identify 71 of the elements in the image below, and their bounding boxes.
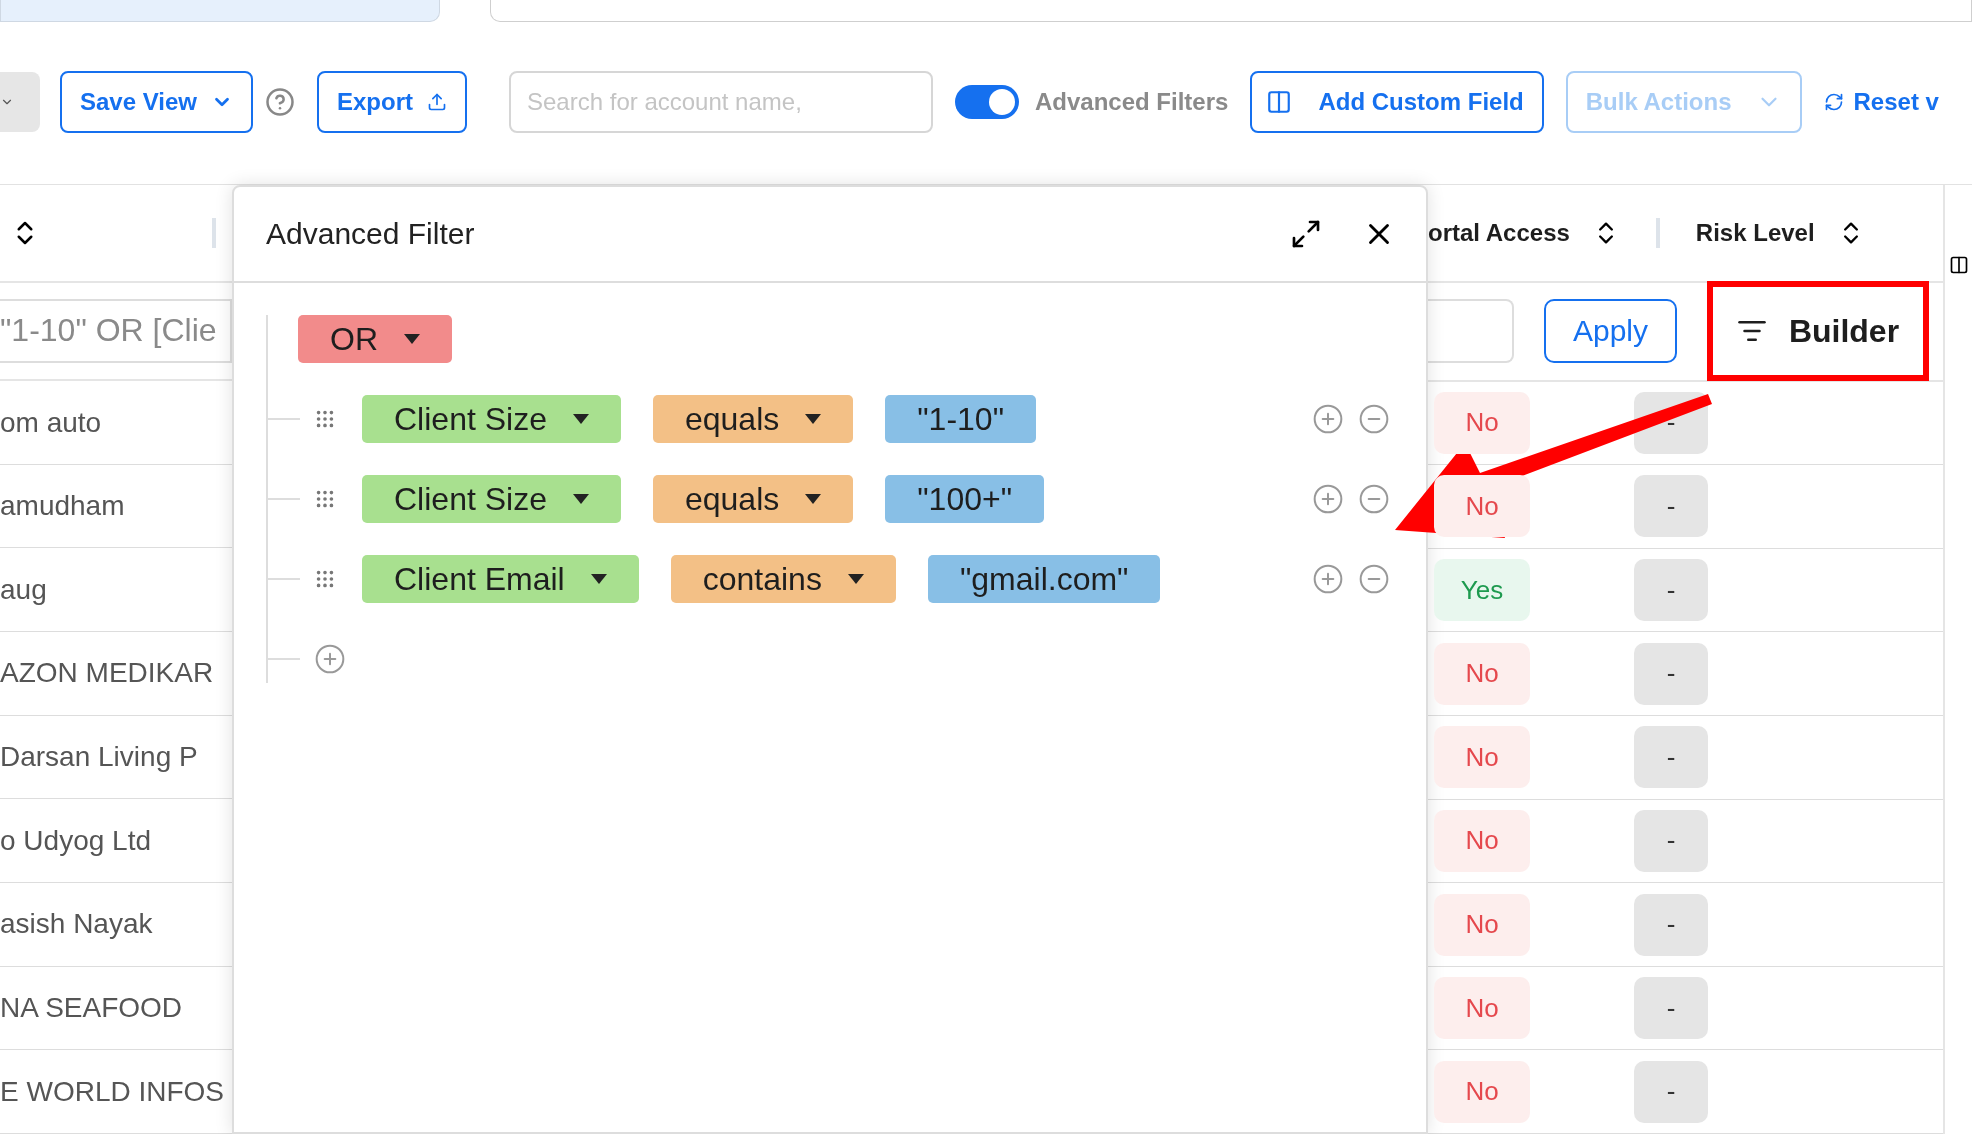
caret-icon	[805, 414, 822, 424]
table-cell: amudham	[0, 490, 125, 523]
upload-icon	[427, 92, 447, 112]
add-icon[interactable]	[1312, 403, 1344, 435]
status-badge: Yes	[1434, 559, 1530, 622]
remove-icon[interactable]	[1358, 483, 1390, 515]
builder-button[interactable]: Builder	[1707, 281, 1929, 382]
table-cell: AZON MEDIKAR	[0, 657, 214, 690]
status-badge: No	[1434, 726, 1530, 789]
value-chip[interactable]: "100+"	[885, 475, 1045, 523]
status-badge: No	[1434, 391, 1530, 454]
field-dropdown[interactable]: Client Email	[362, 555, 639, 603]
table-cell: Darsan Living P	[0, 741, 198, 774]
column-header[interactable]: Risk Level	[1695, 218, 1815, 247]
caret-icon	[404, 334, 420, 344]
risk-badge: -	[1634, 475, 1708, 538]
columns-icon	[1266, 89, 1293, 115]
status-badge: No	[1434, 475, 1530, 538]
field-dropdown[interactable]: Client Size	[362, 475, 621, 523]
dialog-title: Advanced Filter	[266, 217, 476, 251]
risk-badge: -	[1634, 893, 1708, 956]
drag-handle-icon[interactable]	[314, 408, 336, 430]
caret-icon	[572, 414, 589, 424]
table-cell: o Udyog Ltd	[0, 824, 151, 857]
combinator-dropdown[interactable]: OR	[298, 315, 452, 363]
caret-icon	[590, 574, 607, 584]
help-icon[interactable]	[265, 87, 295, 117]
risk-badge: -	[1634, 977, 1708, 1040]
refresh-icon	[1823, 92, 1844, 112]
value-chip[interactable]: "1-10"	[885, 395, 1036, 443]
field-dropdown[interactable]: Client Size	[362, 395, 621, 443]
search-field[interactable]: Search for account name,	[509, 71, 933, 133]
remove-icon[interactable]	[1358, 403, 1390, 435]
table-cell: aug	[0, 573, 47, 606]
status-badge: No	[1434, 977, 1530, 1040]
risk-badge: -	[1634, 809, 1708, 872]
risk-badge: -	[1634, 1060, 1708, 1123]
table-cell: E WORLD INFOS	[0, 1075, 224, 1108]
drag-handle-icon[interactable]	[314, 488, 336, 510]
risk-badge: -	[1634, 726, 1708, 789]
remove-icon[interactable]	[1358, 563, 1390, 595]
caret-icon	[805, 494, 822, 504]
filter-field[interactable]	[1428, 299, 1514, 364]
add-icon[interactable]	[1312, 483, 1344, 515]
add-custom-field-button[interactable]: Add Custom Field	[1250, 71, 1544, 133]
operator-dropdown[interactable]: contains	[670, 555, 896, 603]
status-badge: No	[1434, 809, 1530, 872]
toggle-label: Advanced Filters	[1035, 88, 1229, 116]
table-cell: om auto	[0, 406, 102, 439]
export-button[interactable]: Export	[317, 71, 467, 133]
status-badge: No	[1434, 1060, 1530, 1123]
reset-link[interactable]: Reset v	[1823, 88, 1939, 116]
toggle-switch[interactable]	[955, 85, 1019, 119]
operator-dropdown[interactable]: equals	[652, 395, 854, 443]
status-badge: No	[1434, 893, 1530, 956]
value-chip[interactable]: "gmail.com"	[927, 555, 1161, 603]
caret-icon	[572, 494, 589, 504]
drag-handle-icon[interactable]	[314, 568, 336, 590]
caret-icon	[847, 574, 864, 584]
column-header[interactable]: ortal Access	[1428, 218, 1570, 247]
save-view-button[interactable]: Save View	[60, 71, 253, 133]
risk-badge: -	[1634, 559, 1708, 622]
table-cell: NA SEAFOOD	[0, 992, 183, 1024]
add-icon[interactable]	[1312, 563, 1344, 595]
apply-button[interactable]: Apply	[1544, 299, 1677, 364]
expand-icon[interactable]	[1290, 218, 1322, 250]
operator-dropdown[interactable]: equals	[652, 475, 854, 523]
risk-badge: -	[1634, 642, 1708, 705]
status-badge: No	[1434, 642, 1530, 705]
columns-icon[interactable]	[1948, 255, 1969, 275]
table-cell: asish Nayak	[0, 908, 153, 941]
